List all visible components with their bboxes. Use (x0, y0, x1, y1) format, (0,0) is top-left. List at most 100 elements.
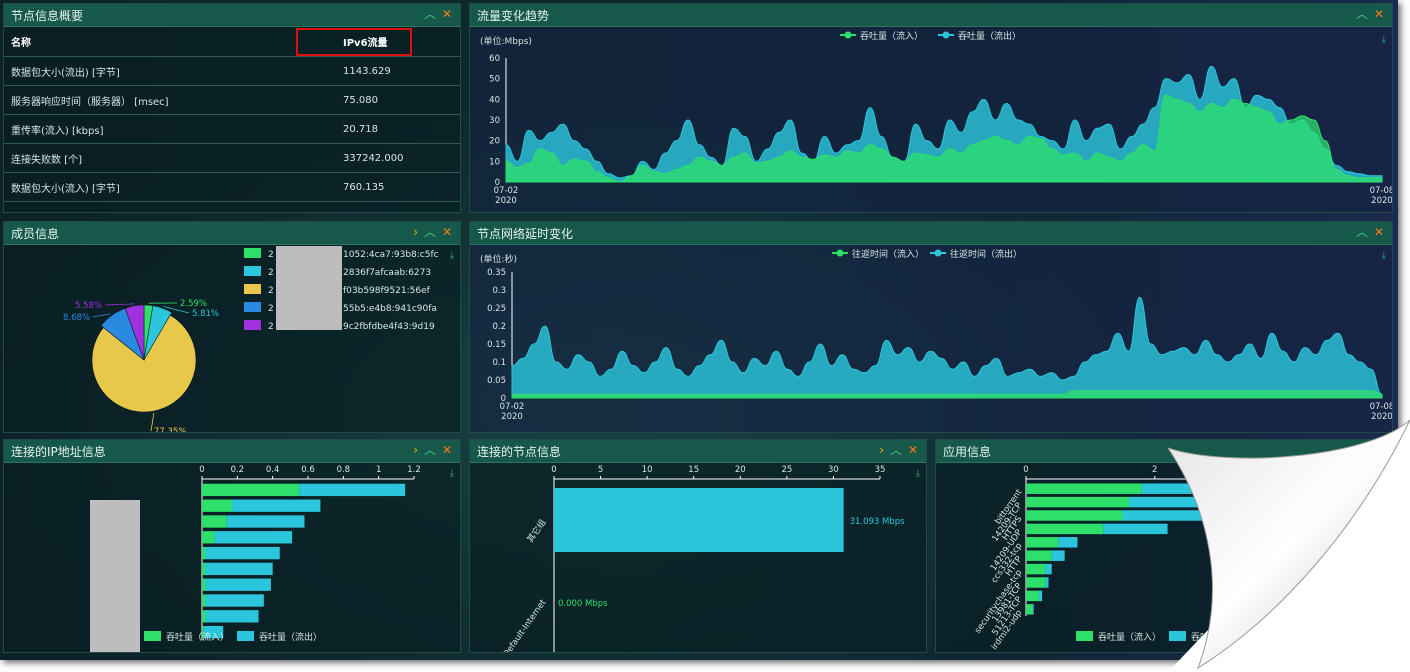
page-curl-decoration (1168, 418, 1410, 672)
row-name: 服务器响应时间（服务器） [msec] (4, 85, 323, 115)
table-row: 数据包大小(流出) [字节] 1143.629 (4, 56, 460, 86)
x-tick-year: 2020 (1371, 196, 1393, 206)
row-name: 连接失败数 [个] (4, 143, 323, 173)
bar (554, 488, 844, 552)
node-header: 连接的节点信息 › ︿ ✕ (470, 440, 926, 463)
x-tick-label: 10 (642, 465, 653, 475)
x-tick-label: 0.4 (266, 465, 280, 475)
row-name: 重传率(流入) [kbps] (4, 114, 323, 144)
x-tick-label: 25 (781, 465, 792, 475)
legend-swatch (237, 631, 254, 641)
y-tick-label: 0.05 (487, 376, 506, 386)
latency-panel: 节点网络延时变化 ︿ ✕ ⤓ (单位:秒) 往返时间（流入） 往返时间（流出） 0.3… (469, 221, 1393, 433)
x-tick-label: 0.2 (231, 465, 245, 475)
y-tick-label: 60 (489, 54, 500, 64)
bar (1026, 483, 1142, 494)
legend-item: 吞吐量（流入） (166, 631, 229, 643)
bar (205, 610, 259, 623)
pie-label: 8.68% (63, 313, 90, 323)
pie-leader-line (104, 303, 135, 306)
collapse-icon[interactable]: ︿ (424, 7, 436, 21)
legend-prefix: 2 (268, 304, 274, 314)
bar (1045, 563, 1052, 575)
close-icon[interactable]: ✕ (908, 443, 918, 457)
row-value: 75.080 (323, 85, 460, 115)
bar (202, 610, 206, 623)
close-icon[interactable]: ✕ (1374, 225, 1384, 239)
y-tick-label: 40 (489, 95, 500, 105)
node-title: 连接的节点信息 (477, 445, 562, 459)
legend-prefix: 2 (268, 268, 274, 278)
pie-label: 2.59% (180, 299, 207, 309)
chevron-right-icon[interactable]: › (879, 443, 884, 457)
collapse-icon[interactable]: ︿ (1356, 225, 1368, 239)
chevron-right-icon[interactable]: › (413, 443, 418, 457)
collapse-icon[interactable]: ︿ (424, 225, 436, 239)
legend-suffix: 1052:4ca7:93b8:c5fc (343, 250, 439, 260)
series-area-out (511, 296, 1383, 399)
bar (202, 594, 206, 607)
node-bar-chart: 0 5 10 15 20 25 30 35 31.093 Mbps 0.000 Mbps 其它组 De… (501, 465, 905, 653)
bar (205, 594, 264, 607)
close-icon[interactable]: ✕ (1374, 7, 1384, 21)
bar (1026, 590, 1039, 602)
legend-prefix: 2 (268, 250, 274, 260)
latency-header: 节点网络延时变化 ︿ ✕ (470, 222, 1392, 245)
bar (299, 483, 406, 497)
bar (202, 562, 206, 576)
ip-title: 连接的IP地址信息 (11, 445, 106, 459)
legend-prefix: 2 (268, 286, 274, 296)
table-row: 服务器响应时间（服务器） [msec] 75.080 (4, 85, 460, 115)
y-unit-label: (单位:Mbps) (480, 35, 532, 47)
y-tick-label: 30 (489, 116, 500, 126)
legend-marker (836, 249, 844, 257)
y-tick-label: 10 (489, 157, 500, 167)
legend-suffix: f03b598f9521:56ef (343, 286, 431, 296)
bar (202, 499, 233, 512)
close-icon[interactable]: ✕ (442, 225, 452, 239)
x-tick-label: 07-02 (500, 402, 525, 412)
legend-suffix: 9c2fbfdbe4f43:9d19 (343, 322, 435, 332)
overview-panel: 节点信息概要 ︿ ✕ 名称 IPv6流量 数据包大小(流出) [字节] 1143.… (3, 3, 461, 213)
legend-item: 吞吐量（流入） (860, 30, 923, 42)
bar (1026, 563, 1046, 575)
ip-bar-chart: 0 0.2 0.4 0.6 0.8 1 1.2 吞吐量（流入） 吞吐量（流出） (144, 465, 421, 643)
bar (202, 515, 227, 528)
legend-swatch (244, 266, 261, 276)
chevron-right-icon[interactable]: › (413, 225, 418, 239)
y-unit-label: (单位:秒) (480, 253, 517, 265)
collapse-icon[interactable]: ︿ (424, 443, 436, 457)
traffic-header: 流量变化趋势 ︿ ✕ (470, 4, 1392, 27)
legend-swatch (244, 320, 261, 330)
bar (205, 578, 271, 591)
close-icon[interactable]: ✕ (442, 7, 452, 21)
y-category-label: Default-Internet (501, 597, 549, 653)
close-icon[interactable]: ✕ (442, 443, 452, 457)
bar (202, 546, 206, 560)
overview-title: 节点信息概要 (11, 9, 84, 23)
x-tick-label: 35 (875, 465, 886, 475)
members-pie-chart: 2.59%5.81% 77.35% 8.68% 5.58% 2 1052:4ca7:93b… (63, 248, 439, 433)
collapse-icon[interactable]: ︿ (1356, 7, 1368, 21)
bar-value-label: 0.000 Mbps (558, 599, 608, 609)
row-name: 数据包大小(流入) [字节] (4, 172, 323, 202)
node-panel: 连接的节点信息 › ︿ ✕ ⤓ 0 5 10 15 20 25 30 35 31.093 Mbp… (469, 439, 927, 653)
legend-swatch (244, 284, 261, 294)
latency-title: 节点网络延时变化 (477, 227, 574, 241)
bar (1058, 537, 1078, 548)
traffic-title: 流量变化趋势 (477, 9, 550, 23)
bar (1026, 604, 1033, 615)
traffic-panel: 流量变化趋势 ︿ ✕ ⤓ (单位:Mbps) 吞吐量（流入） 吞吐量（流出） 60 50… (469, 3, 1393, 213)
bar (1026, 537, 1059, 548)
bar (205, 546, 280, 560)
bar (214, 531, 293, 544)
y-tick-label: 50 (489, 75, 500, 85)
pie-label: 77.35% (154, 427, 186, 433)
traffic-chart: (单位:Mbps) 吞吐量（流入） 吞吐量（流出）605040302010007-0… (480, 30, 1393, 206)
pie-label: 5.58% (75, 301, 102, 311)
x-tick-year: 2020 (495, 196, 517, 206)
collapse-icon[interactable]: ︿ (890, 443, 902, 457)
bar (202, 531, 215, 544)
legend-suffix: 55b5:e4b8:941c90fa (343, 304, 437, 314)
highlight-box (296, 28, 412, 56)
